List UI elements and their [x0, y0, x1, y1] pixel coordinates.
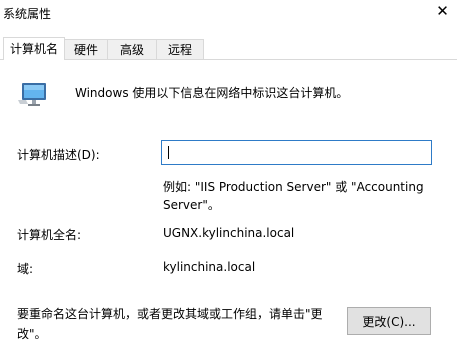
intro-text: Windows 使用以下信息在网络中标识这台计算机。 — [75, 86, 349, 100]
tab-label: 硬件 — [73, 43, 98, 57]
close-icon: ✕ — [436, 2, 449, 20]
close-button[interactable]: ✕ — [428, 0, 457, 22]
tab-hardware[interactable]: 硬件 — [64, 39, 108, 59]
description-input[interactable] — [161, 140, 432, 165]
text-caret — [168, 146, 169, 159]
rename-line: 改"。 — [17, 327, 47, 341]
full-name-value: UGNX.kylinchina.local — [163, 226, 295, 240]
tab-advanced[interactable]: 高级 — [107, 39, 157, 59]
rename-line: 要重命名这台计算机，或者更改其域或工作组，请单击"更 — [17, 307, 323, 321]
tab-strip: 计算机名 硬件 高级 远程 — [0, 37, 457, 60]
title-bar: 系统属性 ✕ — [0, 0, 457, 30]
change-button-label: 更改(C)... — [362, 314, 416, 329]
tab-remote[interactable]: 远程 — [156, 39, 204, 59]
tab-computer-name[interactable]: 计算机名 — [3, 37, 65, 60]
tab-label: 计算机名 — [9, 42, 58, 56]
domain-label: 域: — [17, 262, 34, 276]
domain-value: kylinchina.local — [163, 260, 256, 274]
change-button[interactable]: 更改(C)... — [347, 307, 431, 335]
description-example: 例如: "IIS Production Server" 或 "Accountin… — [163, 178, 425, 214]
example-line: Server"。 — [163, 198, 220, 212]
tab-label: 远程 — [167, 43, 192, 57]
computer-name-panel: Windows 使用以下信息在网络中标识这台计算机。 计算机描述(D): 例如:… — [0, 60, 457, 346]
window-title: 系统属性 — [3, 7, 52, 21]
example-line: 例如: "IIS Production Server" 或 "Accountin… — [163, 180, 424, 194]
tab-label: 高级 — [119, 43, 144, 57]
rename-instructions: 要重命名这台计算机，或者更改其域或工作组，请单击"更 改"。 — [17, 304, 337, 344]
computer-icon — [18, 83, 46, 106]
description-label: 计算机描述(D): — [17, 148, 100, 162]
full-name-label: 计算机全名: — [17, 228, 82, 242]
